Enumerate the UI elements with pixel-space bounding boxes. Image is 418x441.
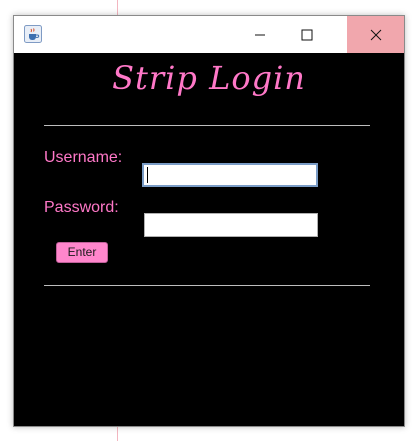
username-label: Username: — [44, 149, 123, 166]
login-window: Strip Login Username: Password: Enter — [13, 15, 405, 427]
page-title: Strip Login — [112, 59, 306, 97]
java-cup-icon — [24, 25, 42, 43]
maximize-button[interactable] — [284, 16, 330, 53]
top-divider — [44, 125, 370, 126]
close-button[interactable] — [347, 16, 404, 53]
bottom-divider — [44, 285, 370, 286]
password-input[interactable] — [144, 213, 318, 237]
login-panel: Strip Login Username: Password: Enter — [14, 53, 404, 426]
text-caret — [147, 167, 148, 183]
password-label: Password: — [44, 199, 119, 216]
minimize-icon — [255, 34, 265, 35]
minimize-button[interactable] — [237, 16, 283, 53]
maximize-icon — [301, 29, 313, 40]
close-icon — [370, 29, 381, 40]
enter-button[interactable]: Enter — [56, 242, 108, 263]
title-bar[interactable] — [14, 16, 404, 53]
username-input[interactable] — [142, 163, 318, 187]
